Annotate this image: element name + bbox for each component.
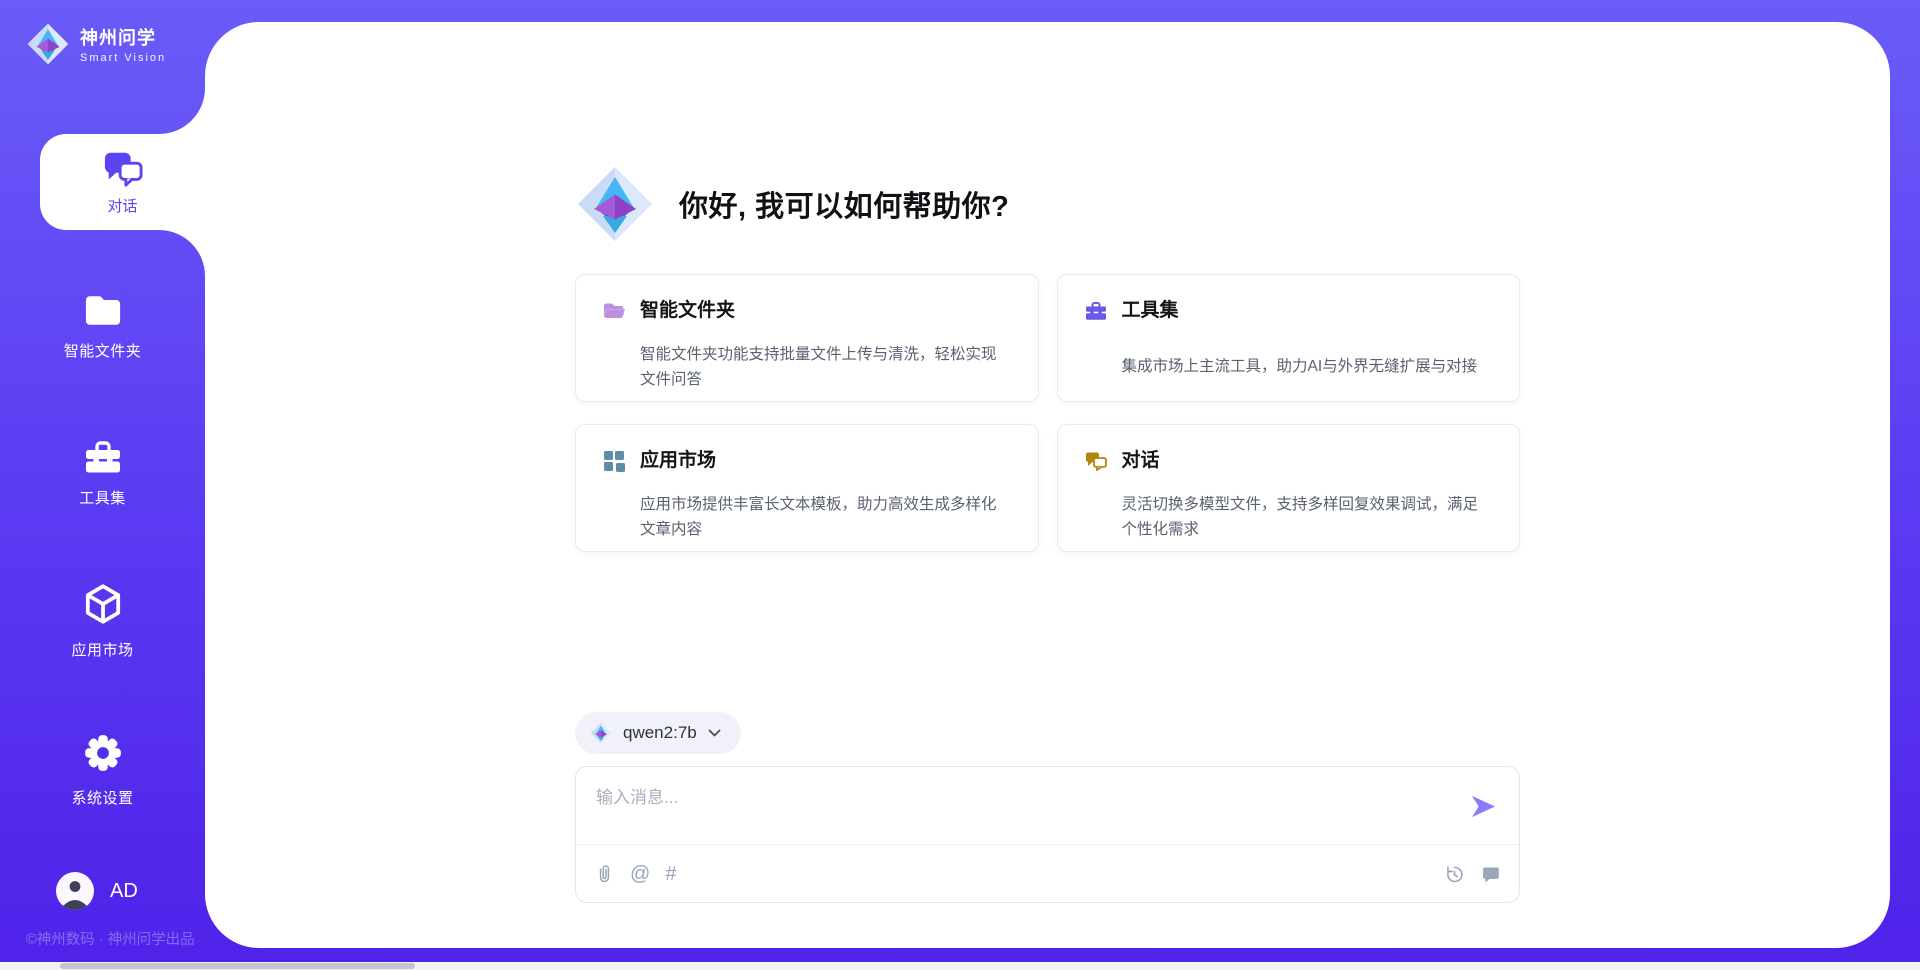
active-tab-curve-top <box>159 88 205 134</box>
model-logo-icon <box>590 722 612 744</box>
cube-icon <box>82 582 124 626</box>
chevron-down-icon <box>708 729 721 738</box>
greeting-block: 你好, 我可以如何帮助你? <box>575 164 1520 244</box>
sidebar-item-label: 工具集 <box>79 487 126 508</box>
card-description: 智能文件夹功能支持批量文件上传与清洗，轻松实现文件问答 <box>640 342 1012 402</box>
chat-bubble-icon[interactable] <box>1480 864 1501 885</box>
brand-logo-icon <box>26 22 70 66</box>
scrollbar-thumb[interactable] <box>60 963 415 969</box>
brand-name: 神州问学 <box>80 24 166 50</box>
card-title: 应用市场 <box>640 449 1012 483</box>
card-description: 应用市场提供丰富长文本模板，助力高效生成多样化文章内容 <box>640 492 1012 552</box>
copyright-footer: ©神州数码 · 神州问学出品 <box>26 928 195 949</box>
user-initials: AD <box>110 880 138 903</box>
user-profile[interactable]: AD <box>56 872 138 910</box>
card-title: 智能文件夹 <box>640 299 1012 333</box>
sidebar-item-app-market[interactable]: 应用市场 <box>0 582 205 660</box>
brand: 神州问学 Smart Vision <box>26 22 166 66</box>
card-description: 集成市场上主流工具，助力AI与外界无缝扩展与对接 <box>1122 354 1494 401</box>
sidebar-item-chat[interactable]: 对话 <box>40 134 205 230</box>
sidebar-item-toolset[interactable]: 工具集 <box>0 438 205 508</box>
card-title: 工具集 <box>1122 299 1494 345</box>
history-icon[interactable] <box>1444 864 1465 885</box>
composer-toolbar: @ # <box>594 845 1501 903</box>
paperclip-icon[interactable] <box>594 863 615 885</box>
card-description: 灵活切换多模型文件，支持多样回复效果调试，满足个性化需求 <box>1122 492 1494 552</box>
card-chat[interactable]: 对话 灵活切换多模型文件，支持多样回复效果调试，满足个性化需求 <box>1057 424 1521 552</box>
sidebar-item-label: 应用市场 <box>71 639 133 660</box>
model-name: qwen2:7b <box>623 723 697 743</box>
grid-icon <box>602 449 626 473</box>
sidebar: 神州问学 Smart Vision 对话 智能文件夹 工具集 <box>0 0 205 970</box>
avatar <box>56 872 94 910</box>
sidebar-item-label: 对话 <box>107 195 137 216</box>
message-input[interactable] <box>594 781 1434 833</box>
card-app-market[interactable]: 应用市场 应用市场提供丰富长文本模板，助力高效生成多样化文章内容 <box>575 424 1039 552</box>
card-title: 对话 <box>1122 449 1494 483</box>
send-button[interactable] <box>1470 794 1497 819</box>
active-tab-curve-bottom <box>159 230 205 276</box>
model-selector[interactable]: qwen2:7b <box>575 712 741 754</box>
card-toolset[interactable]: 工具集 集成市场上主流工具，助力AI与外界无缝扩展与对接 <box>1057 274 1521 402</box>
message-composer: @ # <box>575 766 1520 903</box>
gear-icon <box>82 732 124 774</box>
sidebar-item-label: 系统设置 <box>71 787 133 808</box>
toolbox-icon <box>1084 299 1108 323</box>
horizontal-scrollbar[interactable] <box>0 962 1920 970</box>
chat-icon <box>1084 449 1108 473</box>
brand-subtitle: Smart Vision <box>80 52 166 64</box>
hash-icon[interactable]: # <box>665 864 676 884</box>
main-panel: 你好, 我可以如何帮助你? 智能文件夹 智能文件夹功能支持批量文件上传与清洗，轻… <box>205 22 1890 948</box>
toolbox-icon <box>83 438 123 474</box>
feature-cards: 智能文件夹 智能文件夹功能支持批量文件上传与清洗，轻松实现文件问答 工具集 集成… <box>575 274 1520 552</box>
sidebar-item-smart-folder[interactable]: 智能文件夹 <box>0 294 205 361</box>
at-icon[interactable]: @ <box>630 864 650 884</box>
sidebar-item-settings[interactable]: 系统设置 <box>0 732 205 808</box>
card-smart-folder[interactable]: 智能文件夹 智能文件夹功能支持批量文件上传与清洗，轻松实现文件问答 <box>575 274 1039 402</box>
app-logo-icon <box>575 164 655 244</box>
greeting-title: 你好, 我可以如何帮助你? <box>679 183 1009 225</box>
sidebar-item-label: 智能文件夹 <box>64 340 142 361</box>
folder-open-icon <box>602 299 626 323</box>
folder-icon <box>84 294 122 327</box>
chat-icon <box>102 148 144 188</box>
send-icon <box>1470 794 1497 819</box>
